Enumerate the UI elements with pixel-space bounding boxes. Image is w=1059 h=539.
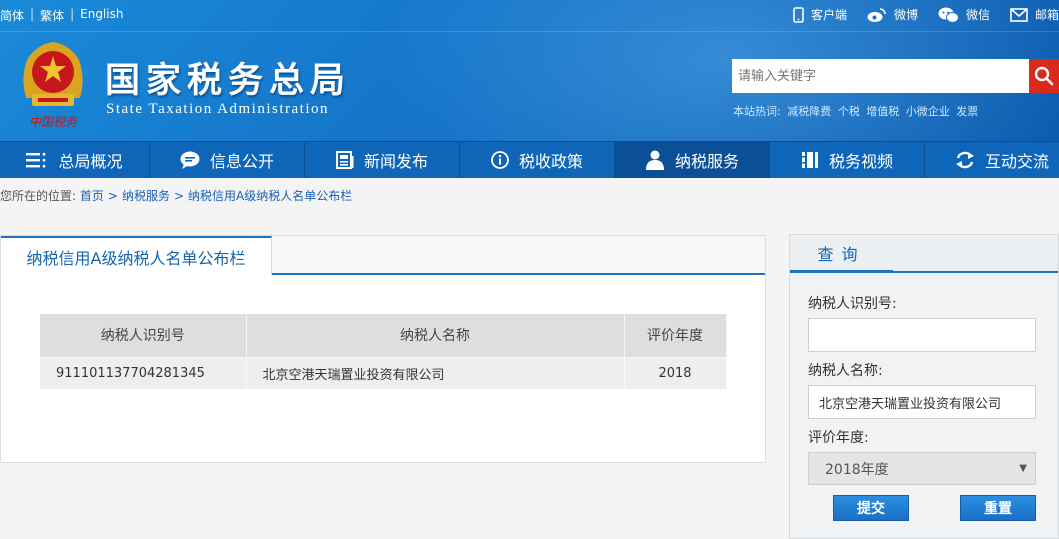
wechat-icon [938,7,959,23]
a-level-taxpayer-panel: 纳税信用A级纳税人名单公布栏 纳税人识别号 纳税人名称 评价年度 9111011… [0,235,766,463]
nav-item-interaction[interactable]: 互动交流 [925,142,1059,178]
nav-label: 税收政策 [518,152,583,171]
column-header-taxpayer-name: 纳税人名称 [246,314,625,357]
nav-item-info-disclosure[interactable]: 信息公开 [150,142,305,178]
hot-words-label: 本站热词: [733,105,781,118]
nav-label: 总局概况 [58,152,123,171]
wechat-link-label: 微信 [965,8,990,22]
person-icon [645,150,664,170]
hot-words: 本站热词: 减税降费 个税 增值税 小微企业 发票 [733,103,981,119]
result-table: 纳税人识别号 纳税人名称 评价年度 911101137704281345 北京空… [40,314,727,389]
query-title: 查询 [790,235,893,273]
table-header-row: 纳税人识别号 纳税人名称 评价年度 [40,314,727,357]
evaluation-year-value: 2018年度 [825,461,889,478]
site-header: 简体 | 繁体 | English 客户端 微博 微信 邮箱 中国税务 国家税务… [0,0,1059,141]
top-links: 客户端 微博 微信 邮箱 [773,6,1059,23]
lang-separator: | [70,7,75,21]
weibo-link-label: 微博 [893,8,918,22]
reset-button[interactable]: 重置 [960,495,1036,521]
submit-button[interactable]: 提交 [833,495,909,521]
breadcrumb-prefix: 您所在的位置: [0,189,77,203]
hot-word-link[interactable]: 小微企业 [906,105,950,118]
exchange-icon [955,151,974,169]
hot-word-link[interactable]: 减税降费 [787,105,831,118]
cell-taxpayer-id: 911101137704281345 [40,356,247,389]
language-switcher: 简体 | 繁体 | English [0,7,123,24]
taxpayer-id-input[interactable] [808,318,1036,352]
chevron-down-icon: ▼ [1019,463,1027,474]
emblem-text: 中国税务 [29,115,78,129]
client-link-label: 客户端 [810,8,847,22]
breadcrumb-home[interactable]: 首页 [80,189,104,203]
lang-simplified[interactable]: 简体 [0,7,24,24]
panel-tab-bar: 纳税信用A级纳税人名单公布栏 [1,236,765,275]
mobile-icon [793,6,804,23]
nav-label: 新闻发布 [363,152,428,171]
nav-label: 税务视频 [828,152,893,171]
nav-item-news[interactable]: 新闻发布 [305,142,460,178]
taxpayer-id-label: 纳税人识别号: [808,296,897,312]
search-button[interactable] [1029,59,1059,93]
info-circle-icon [491,151,509,169]
weibo-icon [867,7,886,22]
top-bar: 简体 | 繁体 | English 客户端 微博 微信 邮箱 [0,0,1059,32]
evaluation-year-select[interactable]: 2018年度 ▼ [808,452,1036,485]
cell-evaluation-year: 2018 [624,356,727,389]
column-header-taxpayer-id: 纳税人识别号 [40,314,247,357]
client-link[interactable]: 客户端 [793,6,847,23]
tax-emblem-logo[interactable]: 中国税务 [18,36,88,132]
table-row: 911101137704281345 北京空港天瑞置业投资有限公司 2018 [40,356,727,389]
taxpayer-name-label: 纳税人名称: [808,363,883,379]
nav-item-taxpayer-service[interactable]: 纳税服务 [615,142,770,178]
main-nav: 总局概况 信息公开 新闻发布 税收政策 纳税服务 税务视频 互动交流 [0,141,1059,178]
mail-link[interactable]: 邮箱 [1010,6,1059,23]
tab-a-level-taxpayer-list[interactable]: 纳税信用A级纳税人名单公布栏 [1,236,272,275]
mail-icon [1010,7,1028,22]
lang-english[interactable]: English [80,7,123,24]
nav-label: 纳税服务 [674,152,739,171]
nav-item-overview[interactable]: 总局概况 [0,142,150,178]
breadcrumb-current[interactable]: 纳税信用A级纳税人名单公布栏 [188,189,352,203]
mail-link-label: 邮箱 [1034,8,1059,22]
nav-item-tax-video[interactable]: 税务视频 [770,142,925,178]
evaluation-year-label: 评价年度: [808,430,869,446]
site-title[interactable]: 国家税务总局 [105,52,351,103]
column-header-evaluation-year: 评价年度 [624,314,727,357]
hot-word-link[interactable]: 个税 [838,105,860,118]
query-panel: 查询 纳税人识别号: 纳税人名称: 评价年度: 2018年度 ▼ 提交 重置 [789,234,1059,539]
search-input[interactable] [732,59,1030,93]
list-icon [26,152,46,168]
newspaper-icon [335,151,354,169]
hot-word-link[interactable]: 发票 [956,105,978,118]
film-icon [801,152,818,168]
hot-word-link[interactable]: 增值税 [866,105,899,118]
lang-traditional[interactable]: 繁体 [40,7,64,24]
nav-item-tax-policy[interactable]: 税收政策 [460,142,615,178]
chat-bubble-icon [180,151,200,169]
lang-separator: | [30,7,35,21]
nav-label: 互动交流 [984,152,1049,171]
breadcrumb-taxpayer-service[interactable]: 纳税服务 [122,189,170,203]
weibo-link[interactable]: 微博 [867,6,918,23]
query-header: 查询 [790,235,1058,273]
taxpayer-name-input[interactable] [808,385,1036,419]
site-subtitle: State Taxation Administration [106,101,329,117]
search-icon [1034,66,1054,86]
nav-label: 信息公开 [209,152,274,171]
breadcrumb-separator: > [107,189,118,203]
breadcrumb-separator: > [173,189,185,203]
wechat-link[interactable]: 微信 [938,6,990,23]
cell-taxpayer-name: 北京空港天瑞置业投资有限公司 [246,356,625,389]
breadcrumb: 您所在的位置: 首页 > 纳税服务 > 纳税信用A级纳税人名单公布栏 [0,187,352,204]
